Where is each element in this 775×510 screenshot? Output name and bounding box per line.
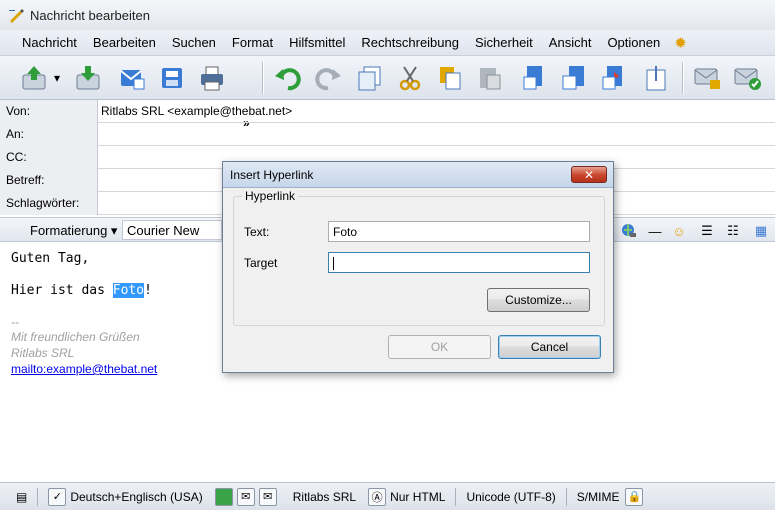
- subject-label: Betreff:: [0, 169, 98, 192]
- sun-icon[interactable]: ✹: [674, 34, 687, 52]
- status-bar: ▤ ✓ Deutsch+Englisch (USA) ✉ ✉ Ritlabs SR…: [0, 482, 775, 510]
- app-icon: [8, 7, 24, 23]
- lock-icon: 🔒: [625, 487, 644, 506]
- body-text-after: !: [144, 283, 152, 298]
- selected-text: Foto: [112, 283, 145, 298]
- copy-icon[interactable]: [434, 62, 466, 94]
- numbered-list-icon[interactable]: ☷: [724, 222, 742, 240]
- horizontal-line-icon[interactable]: —: [646, 222, 664, 240]
- spellcheck-status[interactable]: ✓ Deutsch+Englisch (USA): [42, 486, 208, 508]
- status-separator: [37, 487, 39, 506]
- security-label: S/MIME: [576, 489, 620, 504]
- menu-bearbeiten[interactable]: Bearbeiten: [85, 35, 164, 50]
- menu-format[interactable]: Format: [224, 35, 281, 50]
- main-toolbar: ▾ »: [0, 56, 775, 130]
- insert-file-icon[interactable]: [598, 62, 630, 94]
- to-row: An:: [0, 123, 775, 146]
- to-label: An:: [0, 123, 98, 146]
- security-status[interactable]: S/MIME 🔒: [571, 486, 650, 508]
- table-icon[interactable]: ▦: [752, 222, 770, 240]
- menu-ansicht[interactable]: Ansicht: [541, 35, 600, 50]
- to-field[interactable]: [99, 123, 775, 146]
- format-button-label: Formatierung: [30, 223, 108, 238]
- sign-icon[interactable]: [732, 62, 764, 94]
- signature-mailto-link[interactable]: mailto:example@thebat.net: [11, 362, 157, 376]
- copy-window-icon[interactable]: [354, 62, 386, 94]
- body-text-before: Hier ist das: [11, 283, 113, 298]
- signature-separator: --: [11, 315, 19, 329]
- ok-button[interactable]: OK: [388, 335, 491, 359]
- signature-line-1: Mit freundlichen Grüßen: [11, 330, 140, 344]
- target-field[interactable]: [328, 252, 590, 273]
- signature-line-2: Ritlabs SRL: [11, 346, 75, 360]
- html-mode-icon: Ⓐ: [368, 487, 387, 506]
- bullet-list-icon[interactable]: ☰: [698, 222, 716, 240]
- font-select[interactable]: Courier New: [122, 220, 222, 240]
- notes-icon[interactable]: ▤: [10, 486, 33, 508]
- insert-link-icon[interactable]: [620, 222, 638, 240]
- cancel-button[interactable]: Cancel: [498, 335, 601, 359]
- send-dropdown-icon[interactable]: ▾: [50, 62, 64, 94]
- notify-envelope-icon[interactable]: ✉: [236, 487, 255, 506]
- customize-button[interactable]: Customize...: [487, 288, 590, 312]
- body-line: Hier ist das Foto!: [11, 283, 152, 298]
- green-toggle-icon[interactable]: [214, 487, 233, 506]
- text-label: Text:: [244, 225, 270, 239]
- undo-icon[interactable]: [272, 62, 304, 94]
- menu-nachricht[interactable]: Nachricht: [14, 35, 85, 50]
- redo-icon[interactable]: [312, 62, 344, 94]
- target-label: Target: [244, 256, 278, 270]
- cc-label: CC:: [0, 146, 98, 169]
- encrypt-icon[interactable]: [692, 62, 724, 94]
- status-separator: [565, 487, 567, 506]
- insert-hyperlink-dialog: Insert Hyperlink ✕ Hyperlink Text: Foto …: [222, 161, 614, 373]
- format-menu-button[interactable]: Formatierung ▾: [30, 223, 117, 239]
- smiley-icon[interactable]: ☺: [670, 222, 688, 240]
- menu-suchen[interactable]: Suchen: [164, 35, 224, 50]
- from-field[interactable]: Ritlabs SRL <example@thebat.net>: [99, 100, 775, 123]
- status-toggle-group: ✉ ✉: [209, 486, 287, 508]
- toolbar-separator: [682, 62, 684, 94]
- dialog-titlebar: Insert Hyperlink ✕: [223, 162, 613, 188]
- cut-icon[interactable]: [394, 62, 426, 94]
- menu-sicherheit[interactable]: Sicherheit: [467, 35, 541, 50]
- spellcheck-icon: ✓: [48, 487, 67, 506]
- paste-special-icon[interactable]: [518, 62, 550, 94]
- toolbar-separator: [262, 62, 264, 94]
- templates-icon[interactable]: [156, 62, 188, 94]
- hyperlink-group-title: Hyperlink: [242, 189, 299, 203]
- menu-optionen[interactable]: Optionen: [599, 35, 668, 50]
- quote-icon[interactable]: [558, 62, 590, 94]
- attach-icon[interactable]: [640, 62, 672, 94]
- mode-status[interactable]: Ⓐ Nur HTML: [362, 486, 451, 508]
- window-titlebar: Nachricht bearbeiten: [0, 0, 775, 30]
- send-queue-icon[interactable]: [18, 62, 50, 94]
- mode-label: Nur HTML: [390, 489, 446, 504]
- from-label: Von:: [0, 100, 98, 123]
- identity-status[interactable]: Ritlabs SRL: [287, 486, 362, 508]
- keywords-label: Schlagwörter:: [0, 192, 98, 215]
- dialog-title: Insert Hyperlink: [230, 168, 314, 182]
- encoding-status[interactable]: Unicode (UTF-8): [460, 486, 561, 508]
- greeting-line: Guten Tag,: [11, 251, 90, 266]
- save-to-outbox-icon[interactable]: [72, 62, 104, 94]
- save-draft-icon[interactable]: [116, 62, 148, 94]
- close-icon[interactable]: ✕: [571, 166, 607, 183]
- text-caret: [333, 257, 334, 271]
- window-title: Nachricht bearbeiten: [30, 7, 150, 23]
- paste-icon[interactable]: [474, 62, 506, 94]
- menu-rechtschreibung[interactable]: Rechtschreibung: [353, 35, 467, 50]
- menu-bar: Nachricht Bearbeiten Suchen Format Hilfs…: [0, 30, 775, 56]
- hyperlink-group: Hyperlink Text: Foto Target Customize...: [233, 189, 605, 326]
- confirm-envelope-icon[interactable]: ✉: [258, 487, 277, 506]
- print-icon[interactable]: [196, 62, 228, 94]
- from-row: Von: Ritlabs SRL <example@thebat.net>: [0, 100, 775, 123]
- text-field[interactable]: Foto: [328, 221, 590, 242]
- status-separator: [455, 487, 457, 506]
- menu-hilfsmittel[interactable]: Hilfsmittel: [281, 35, 353, 50]
- spellcheck-language: Deutsch+Englisch (USA): [70, 489, 203, 504]
